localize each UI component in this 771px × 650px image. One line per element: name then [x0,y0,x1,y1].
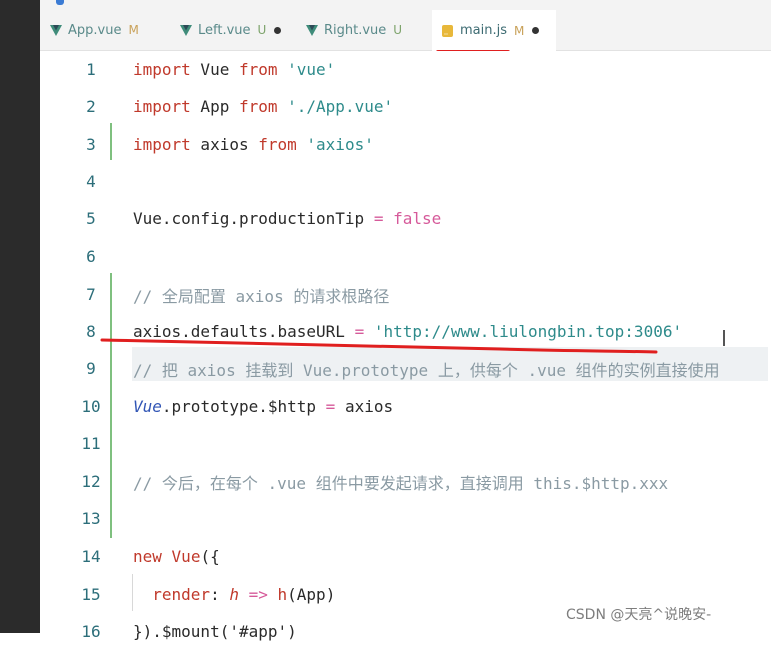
code-line[interactable]: 2 import App from './App.vue' [40,88,771,125]
vue-icon [180,24,192,36]
code-line[interactable]: 14 new Vue({ [40,538,771,575]
code-token: : [210,585,230,604]
code-text: import axios from 'axios' [133,135,374,154]
code-token: App [190,97,239,116]
unsaved-dot-icon[interactable] [274,26,282,34]
code-line[interactable]: 13 [40,500,771,537]
code-token: from [238,97,278,116]
text-cursor-icon [721,330,727,346]
code-token: import [133,135,191,154]
line-number: 5 [86,209,96,228]
line-number: 16 [81,622,101,641]
line-number: 3 [86,135,96,154]
line-number: 9 [86,359,96,378]
code-text: import App from './App.vue' [133,97,393,116]
tab-right-vue[interactable]: Right.vue U [296,10,426,50]
line-number: 4 [86,172,96,191]
line-number: 13 [81,509,101,528]
line-number: 10 [81,397,101,416]
title-strip [40,0,771,10]
code-line[interactable]: 11 [40,425,771,462]
code-token: render [152,585,211,604]
code-token: .prototype.$http [161,397,326,416]
line-number: 11 [81,434,101,453]
code-line[interactable]: 7 // 全局配置 axios 的请求根路径 [40,276,771,313]
code-token: 'axios' [306,135,374,154]
code-token: h [229,585,239,604]
code-token: Vue [190,60,239,79]
code-line[interactable]: 6 [40,238,771,275]
code-token: axios [335,397,394,416]
code-text: render: h => h(App) [133,585,335,604]
code-token: new [133,547,162,566]
line-number: 14 [81,547,101,566]
line-number: 1 [86,60,96,79]
line-number: 2 [86,97,96,116]
code-line[interactable]: 3 import axios from 'axios' [40,126,771,163]
code-text: new Vue({ [133,547,220,566]
tab-main-js[interactable]: main.js M [432,10,556,51]
code-line[interactable]: 1 import Vue from 'vue' [40,51,771,88]
code-token: Vue [133,397,162,416]
code-token: false [393,209,442,228]
vscode-icon [56,0,64,5]
unsaved-dot-icon[interactable] [532,27,540,34]
code-line[interactable]: 12 // 今后，在每个 .vue 组件中要发起请求，直接调用 this.$htt… [40,463,771,500]
code-token: import [133,97,191,116]
code-text: // 今后，在每个 .vue 组件中要发起请求，直接调用 this.$http.… [133,470,668,494]
code-token: Vue [171,547,201,566]
code-text: import Vue from 'vue' [133,60,335,79]
tab-app-vue[interactable]: App.vue M [40,10,168,50]
code-token: ({ [200,547,220,566]
code-token: (App) [287,585,336,604]
code-token: = [325,397,336,416]
activity-bar [0,0,40,633]
code-token: h [277,585,288,604]
code-token: import [133,60,191,79]
code-token: }).$mount('#app') [133,622,297,641]
code-token: from [258,135,297,154]
code-token: // 今后，在每个 .vue 组件中要发起请求，直接调用 this.$http.… [133,473,669,493]
code-line[interactable]: 10 Vue.prototype.$http = axios [40,388,771,425]
annotation-underline [100,338,658,354]
vue-icon [306,24,318,36]
code-text: // 全局配置 axios 的请求根路径 [133,283,389,307]
line-number: 6 [86,247,96,266]
code-text: Vue.config.productionTip = false [133,209,441,228]
js-icon [442,24,453,37]
code-token: // 全局配置 axios 的请求根路径 [133,286,390,306]
line-number: 12 [81,472,101,491]
code-token: 'vue' [287,60,336,79]
code-token: axios [190,135,259,154]
editor-tab-bar: App.vue M Left.vue U Right.vue U main.js… [40,10,771,51]
tab-left-vue[interactable]: Left.vue U [170,10,296,50]
code-text: // 把 axios 挂载到 Vue.prototype 上，供每个 .vue … [133,357,720,381]
code-line[interactable]: 4 [40,163,771,200]
code-token: from [238,60,278,79]
code-text: Vue.prototype.$http = axios [133,397,393,416]
code-token: => [248,585,268,604]
code-token: // 把 axios 挂载到 Vue.prototype 上，供每个 .vue … [133,360,720,380]
vue-icon [50,24,62,36]
code-line[interactable]: 5 Vue.config.productionTip = false [40,200,771,237]
line-number: 7 [86,285,96,304]
code-text: }).$mount('#app') [133,622,297,641]
watermark: CSDN @天亮^说晚安- [566,607,712,623]
code-token: './App.vue' [287,97,394,116]
line-number: 15 [81,585,101,604]
code-token: Vue.config.productionTip [133,209,374,228]
